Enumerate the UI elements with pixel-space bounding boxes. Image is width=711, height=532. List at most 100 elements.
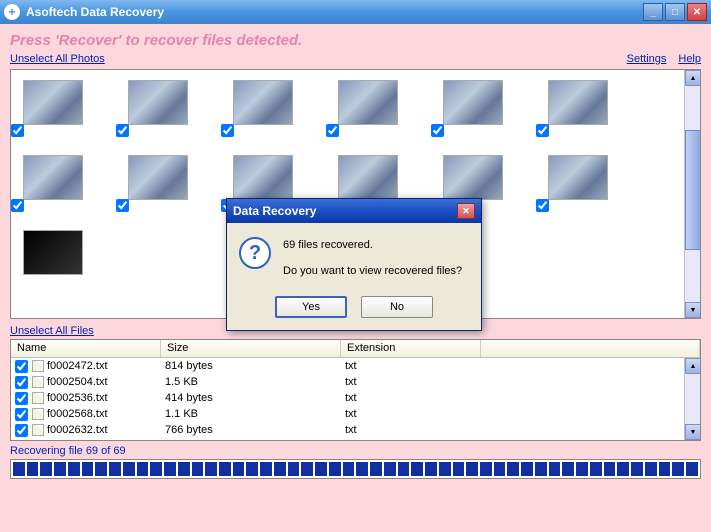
progress-segment — [123, 462, 135, 476]
photo-thumbnail[interactable] — [443, 80, 503, 125]
photo-checkbox[interactable] — [116, 199, 129, 212]
photo-item[interactable] — [233, 155, 293, 200]
dialog-close-button[interactable]: ✕ — [457, 203, 475, 219]
yes-button[interactable]: Yes — [275, 296, 347, 318]
photo-item[interactable] — [338, 155, 398, 200]
file-size: 1.5 KB — [165, 376, 345, 388]
progress-segment — [343, 462, 355, 476]
photo-item[interactable] — [128, 155, 188, 200]
progress-segment — [164, 462, 176, 476]
progress-segment — [453, 462, 465, 476]
files-scrollbar[interactable]: ▲ ▼ — [684, 358, 700, 440]
file-checkbox[interactable] — [15, 408, 28, 421]
photo-checkbox[interactable] — [11, 199, 24, 212]
table-row[interactable]: f0002504.txt1.5 KBtxt — [11, 374, 700, 390]
photo-thumbnail[interactable] — [548, 80, 608, 125]
no-button[interactable]: No — [361, 296, 433, 318]
file-name: f0002472.txt — [47, 360, 165, 372]
table-row[interactable]: f0002568.txt1.1 KBtxt — [11, 406, 700, 422]
file-icon — [32, 408, 44, 420]
photo-item[interactable] — [443, 155, 503, 200]
column-header-size[interactable]: Size — [161, 340, 341, 357]
photo-checkbox[interactable] — [536, 199, 549, 212]
minimize-button[interactable]: _ — [643, 3, 663, 21]
file-icon — [32, 376, 44, 388]
photo-thumbnail[interactable] — [338, 80, 398, 125]
progress-segment — [109, 462, 121, 476]
photo-checkbox[interactable] — [116, 124, 129, 137]
progress-segment — [137, 462, 149, 476]
photo-thumbnail[interactable] — [23, 230, 83, 275]
file-name: f0002568.txt — [47, 408, 165, 420]
photo-thumbnail[interactable] — [338, 155, 398, 200]
scroll-up-icon[interactable]: ▲ — [685, 358, 701, 374]
column-header-name[interactable]: Name — [11, 340, 161, 357]
photo-checkbox[interactable] — [536, 124, 549, 137]
photo-item[interactable] — [233, 80, 293, 125]
unselect-all-files-link[interactable]: Unselect All Files — [10, 325, 94, 337]
photo-item[interactable] — [23, 80, 83, 125]
file-size: 814 bytes — [165, 360, 345, 372]
photo-checkbox[interactable] — [11, 124, 24, 137]
photo-item[interactable] — [548, 155, 608, 200]
progress-segment — [150, 462, 162, 476]
photo-thumbnail[interactable] — [233, 80, 293, 125]
progress-segment — [384, 462, 396, 476]
photo-thumbnail[interactable] — [548, 155, 608, 200]
help-link[interactable]: Help — [678, 53, 701, 65]
progress-segment — [686, 462, 698, 476]
file-checkbox[interactable] — [15, 360, 28, 373]
photo-item[interactable] — [338, 80, 398, 125]
file-ext: txt — [345, 376, 485, 388]
table-row[interactable]: f0002536.txt414 bytestxt — [11, 390, 700, 406]
photo-thumbnail[interactable] — [128, 80, 188, 125]
progress-segment — [480, 462, 492, 476]
photo-thumbnail[interactable] — [233, 155, 293, 200]
question-icon: ? — [239, 237, 271, 269]
photo-thumbnail[interactable] — [128, 155, 188, 200]
unselect-all-photos-link[interactable]: Unselect All Photos — [10, 53, 105, 65]
photo-item[interactable] — [443, 80, 503, 125]
progress-segment — [219, 462, 231, 476]
table-row[interactable]: f0002472.txt814 bytestxt — [11, 358, 700, 374]
progress-segment — [27, 462, 39, 476]
photo-item[interactable] — [128, 80, 188, 125]
photo-thumbnail[interactable] — [23, 80, 83, 125]
close-button[interactable]: ✕ — [687, 3, 707, 21]
progress-segment — [315, 462, 327, 476]
progress-segment — [659, 462, 671, 476]
photo-checkbox[interactable] — [431, 124, 444, 137]
maximize-button[interactable]: □ — [665, 3, 685, 21]
scroll-down-icon[interactable]: ▼ — [685, 302, 701, 318]
photo-item[interactable] — [23, 230, 83, 275]
progress-segment — [411, 462, 423, 476]
progress-segment — [672, 462, 684, 476]
file-checkbox[interactable] — [15, 424, 28, 437]
column-header-spacer — [481, 340, 700, 357]
photo-thumbnail[interactable] — [23, 155, 83, 200]
progress-segment — [576, 462, 588, 476]
scroll-down-icon[interactable]: ▼ — [685, 424, 701, 440]
photo-checkbox[interactable] — [326, 124, 339, 137]
progress-segment — [329, 462, 341, 476]
photo-item[interactable] — [23, 155, 83, 200]
progress-segment — [617, 462, 629, 476]
progress-segment — [192, 462, 204, 476]
photos-scrollbar[interactable]: ▲ ▼ — [684, 70, 700, 318]
file-checkbox[interactable] — [15, 392, 28, 405]
column-header-extension[interactable]: Extension — [341, 340, 481, 357]
progress-segment — [178, 462, 190, 476]
progress-segment — [356, 462, 368, 476]
file-icon — [32, 424, 44, 436]
photo-item[interactable] — [548, 80, 608, 125]
table-row[interactable]: f0002632.txt766 bytestxt — [11, 422, 700, 438]
scroll-thumb[interactable] — [685, 130, 701, 250]
scroll-up-icon[interactable]: ▲ — [685, 70, 701, 86]
settings-link[interactable]: Settings — [627, 53, 667, 65]
photo-checkbox[interactable] — [221, 124, 234, 137]
photo-thumbnail[interactable] — [443, 155, 503, 200]
file-checkbox[interactable] — [15, 376, 28, 389]
progress-segment — [82, 462, 94, 476]
progress-segment — [68, 462, 80, 476]
file-name: f0002504.txt — [47, 376, 165, 388]
